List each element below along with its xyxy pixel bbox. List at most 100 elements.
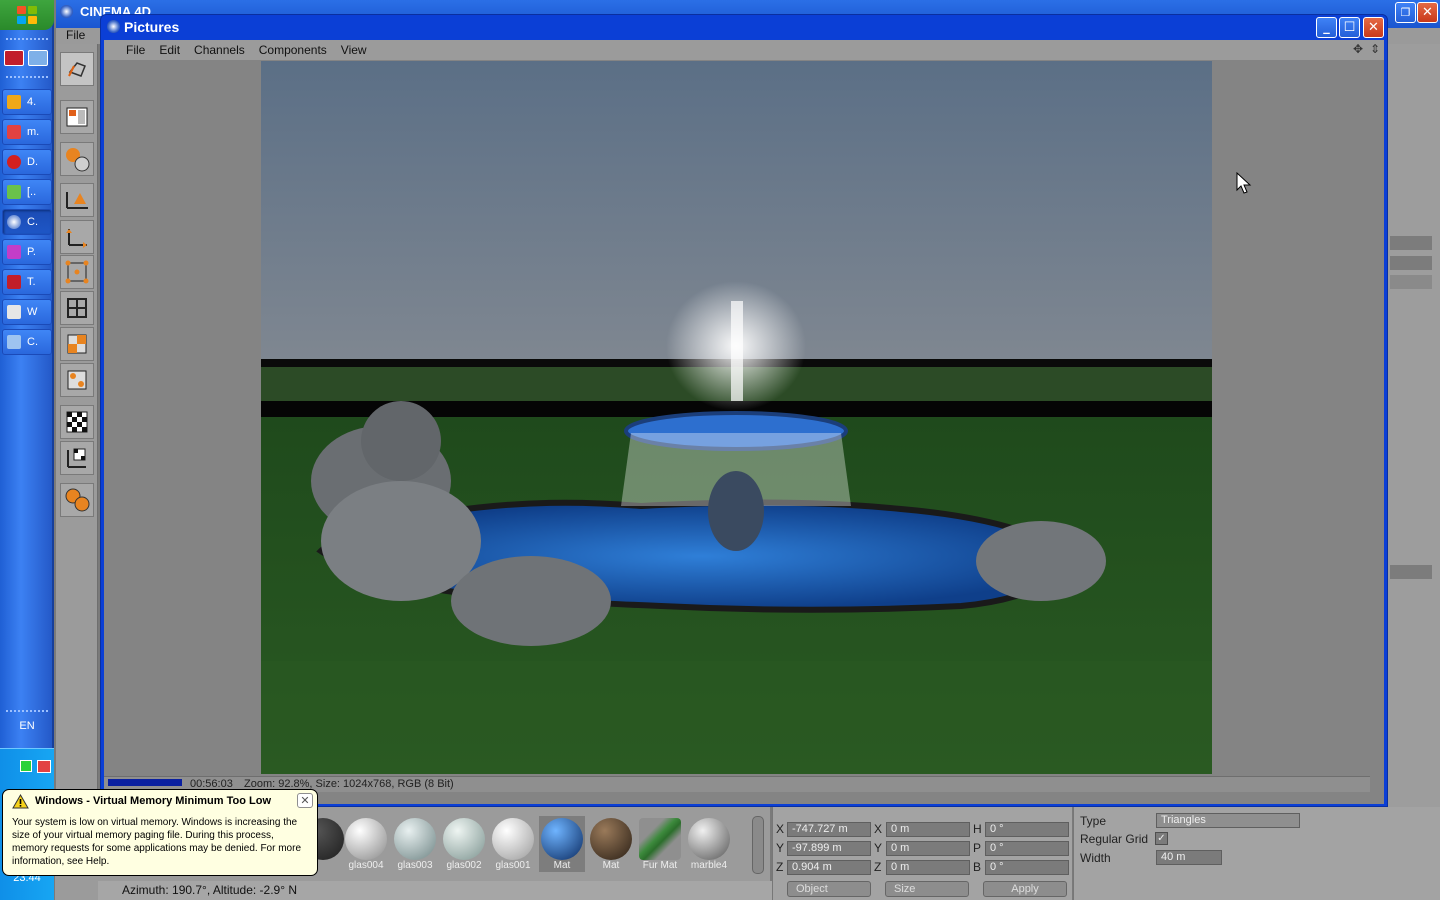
quicklaunch-save-icon[interactable] — [4, 50, 24, 66]
taskbar-grip — [6, 710, 48, 713]
taskbar-item[interactable]: m. — [2, 119, 52, 145]
mouse-cursor-icon — [1236, 172, 1252, 194]
render-tool[interactable] — [60, 142, 94, 176]
rotation-b-field[interactable]: 0 ° — [985, 860, 1069, 875]
texture-tool[interactable] — [60, 405, 94, 439]
spheres-icon — [65, 488, 90, 512]
edges-tool[interactable] — [60, 291, 94, 325]
taskbar-item[interactable]: 4. — [2, 89, 52, 115]
pictures-menubar: File Edit Channels Components View — [104, 40, 1384, 60]
material-label: glas002 — [446, 860, 482, 871]
material-swatch[interactable]: glas004 — [343, 816, 389, 872]
rendered-image[interactable] — [261, 61, 1212, 774]
material-swatch[interactable]: Mat — [539, 816, 585, 872]
position-z-field[interactable]: 0.904 m — [787, 860, 871, 875]
undo-tool[interactable] — [60, 52, 94, 86]
axis-icon — [66, 229, 87, 248]
right-panel-slider[interactable] — [1390, 256, 1432, 270]
model-icon — [67, 370, 87, 390]
layout-tool[interactable] — [60, 100, 94, 134]
pan-icon[interactable]: ✥ — [1353, 42, 1366, 56]
cinema4d-icon — [7, 215, 21, 229]
close-button[interactable]: ✕ — [1363, 17, 1384, 38]
material-scrollbar[interactable] — [752, 816, 764, 874]
material-swatch[interactable]: Fur Mat — [637, 816, 683, 872]
taskbar-item-label: P. — [27, 246, 36, 258]
material-swatch[interactable]: glas003 — [392, 816, 438, 872]
apply-button[interactable]: Apply — [983, 881, 1067, 897]
taskbar-item[interactable]: P. — [2, 239, 52, 265]
pencil-icon — [7, 95, 21, 109]
spreadsheet-icon — [7, 185, 21, 199]
size-mode-select[interactable]: Size — [885, 881, 969, 897]
c4d-restore-button[interactable]: ❐ — [1395, 2, 1416, 23]
material-label: Mat — [602, 860, 620, 871]
c4d-menu-file[interactable]: File — [66, 28, 85, 42]
material-swatch[interactable]: glas001 — [490, 816, 536, 872]
pos-axis-x: X — [776, 822, 785, 836]
taskbar-item[interactable]: C. — [2, 329, 52, 355]
menu-components[interactable]: Components — [259, 43, 327, 57]
move-tool[interactable] — [60, 183, 94, 217]
width-label: Width — [1080, 851, 1111, 865]
points-icon — [65, 260, 89, 284]
coordinate-mode-select[interactable]: Object — [787, 881, 871, 897]
c4d-close-button[interactable]: ✕ — [1417, 2, 1438, 23]
polygons-tool[interactable] — [60, 327, 94, 361]
language-indicator[interactable]: EN — [0, 720, 54, 732]
position-y-field[interactable]: -97.899 m — [787, 841, 871, 856]
minimize-icon: _ — [1323, 20, 1330, 35]
taskbar-item[interactable]: W — [2, 299, 52, 325]
right-panel-slider[interactable] — [1390, 236, 1432, 250]
menu-channels[interactable]: Channels — [194, 43, 245, 57]
fountain-render-image — [261, 61, 1212, 774]
taskbar-item[interactable]: [.. — [2, 179, 52, 205]
texture-axis-tool[interactable] — [60, 441, 94, 475]
size-y-field[interactable]: 0 m — [886, 841, 970, 856]
menu-edit[interactable]: Edit — [159, 43, 180, 57]
regular-grid-checkbox[interactable]: ✓ — [1155, 832, 1168, 845]
taskbar-item[interactable]: C. — [2, 209, 52, 235]
menu-file[interactable]: File — [126, 43, 145, 57]
material-swatch[interactable]: glas002 — [441, 816, 487, 872]
windows-logo-icon — [17, 6, 37, 24]
maximize-button[interactable]: ☐ — [1339, 17, 1360, 38]
width-field[interactable]: 40 m — [1156, 850, 1222, 865]
rot-axis-p: P — [973, 841, 982, 855]
material-label: glas003 — [397, 860, 433, 871]
type-select[interactable]: Triangles — [1156, 813, 1300, 828]
minimize-button[interactable]: _ — [1316, 17, 1337, 38]
size-axis-z: Z — [874, 860, 882, 874]
rotation-p-field[interactable]: 0 ° — [985, 841, 1069, 856]
rotation-h-field[interactable]: 0 ° — [985, 822, 1069, 837]
right-panel-bar — [1390, 565, 1432, 579]
axis-tool[interactable] — [60, 220, 94, 254]
model-tool[interactable] — [60, 363, 94, 397]
size-x-field[interactable]: 0 m — [886, 822, 970, 837]
start-button[interactable] — [0, 0, 54, 30]
type-label: Type — [1080, 814, 1107, 828]
taskbar-item[interactable]: D. — [2, 149, 52, 175]
material-swatch[interactable]: Mat — [588, 816, 634, 872]
network-icon[interactable] — [20, 760, 32, 772]
balloon-close-button[interactable]: ✕ — [297, 793, 313, 808]
material-ball — [345, 818, 387, 860]
taskbar-item[interactable]: T. — [2, 269, 52, 295]
material-swatch[interactable]: marble4 — [686, 816, 732, 872]
right-panel-dropdown[interactable] — [1390, 275, 1432, 289]
taskbar-item-label: C. — [27, 336, 38, 348]
polygons-icon — [67, 334, 87, 354]
material-ball — [688, 818, 730, 860]
size-z-field[interactable]: 0 m — [886, 860, 970, 875]
tray-pdf-icon[interactable] — [37, 760, 51, 773]
zoom-icon[interactable]: ⇕ — [1370, 42, 1383, 56]
undo-icon — [68, 62, 86, 77]
quicklaunch-desktop-icon[interactable] — [28, 50, 48, 66]
material-label: Fur Mat — [642, 860, 678, 871]
document-icon — [7, 335, 21, 349]
menu-view[interactable]: View — [341, 43, 367, 57]
points-tool[interactable] — [60, 255, 94, 289]
taskbar-item-label: W — [27, 306, 38, 318]
position-x-field[interactable]: -747.727 m — [787, 822, 871, 837]
object-axis-tool[interactable] — [60, 483, 94, 517]
